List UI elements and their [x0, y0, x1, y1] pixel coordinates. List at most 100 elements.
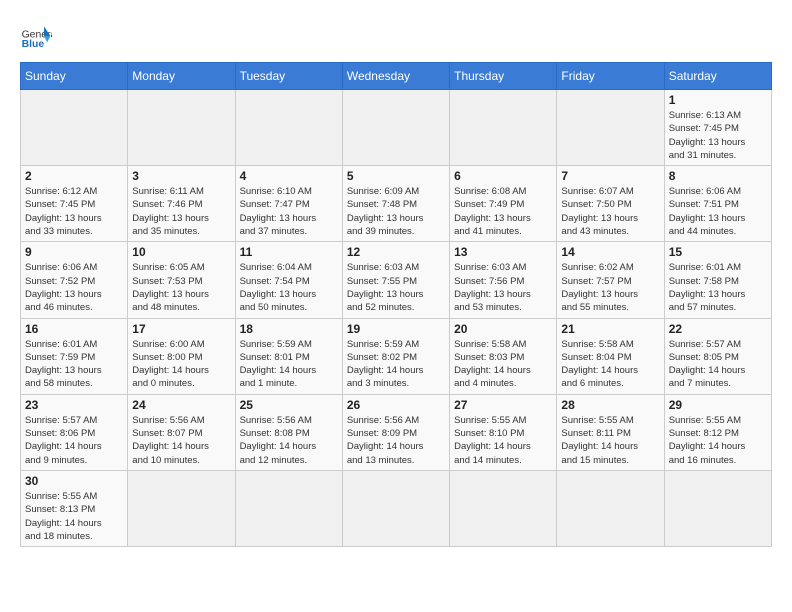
calendar-cell: 28Sunrise: 5:55 AM Sunset: 8:11 PM Dayli… [557, 394, 664, 470]
day-header-saturday: Saturday [664, 63, 771, 90]
day-number: 1 [669, 93, 767, 107]
calendar-cell: 20Sunrise: 5:58 AM Sunset: 8:03 PM Dayli… [450, 318, 557, 394]
day-info: Sunrise: 6:05 AM Sunset: 7:53 PM Dayligh… [132, 261, 230, 314]
calendar-cell: 4 Sunrise: 6:10 AM Sunset: 7:47 PM Daylig… [235, 166, 342, 242]
day-info: Sunrise: 5:55 AM Sunset: 8:11 PM Dayligh… [561, 414, 659, 467]
day-info: Sunrise: 6:12 AM Sunset: 7:45 PM Dayligh… [25, 185, 123, 238]
calendar-cell: 10 Sunrise: 6:05 AM Sunset: 7:53 PM Dayli… [128, 242, 235, 318]
calendar-week-row: 23Sunrise: 5:57 AM Sunset: 8:06 PM Dayli… [21, 394, 772, 470]
day-number: 27 [454, 398, 552, 412]
day-number: 8 [669, 169, 767, 183]
day-info: Sunrise: 5:58 AM Sunset: 8:04 PM Dayligh… [561, 338, 659, 391]
calendar-cell [21, 90, 128, 166]
day-number: 12 [347, 245, 445, 259]
calendar-table: SundayMondayTuesdayWednesdayThursdayFrid… [20, 62, 772, 547]
day-header-monday: Monday [128, 63, 235, 90]
day-number: 29 [669, 398, 767, 412]
day-header-wednesday: Wednesday [342, 63, 449, 90]
day-info: Sunrise: 6:03 AM Sunset: 7:56 PM Dayligh… [454, 261, 552, 314]
calendar-cell: 30 Sunrise: 5:55 AM Sunset: 8:13 PM Dayli… [21, 470, 128, 546]
day-number: 15 [669, 245, 767, 259]
day-number: 10 [132, 245, 230, 259]
calendar-cell: 16 Sunrise: 6:01 AM Sunset: 7:59 PM Dayli… [21, 318, 128, 394]
calendar-cell: 15 Sunrise: 6:01 AM Sunset: 7:58 PM Dayli… [664, 242, 771, 318]
logo: General Blue [20, 20, 56, 52]
day-info: Sunrise: 6:10 AM Sunset: 7:47 PM Dayligh… [240, 185, 338, 238]
logo-icon: General Blue [20, 20, 52, 52]
day-info: Sunrise: 5:59 AM Sunset: 8:01 PM Dayligh… [240, 338, 338, 391]
day-info: Sunrise: 5:56 AM Sunset: 8:07 PM Dayligh… [132, 414, 230, 467]
calendar-cell: 24 Sunrise: 5:56 AM Sunset: 8:07 PM Dayli… [128, 394, 235, 470]
day-number: 4 [240, 169, 338, 183]
calendar-week-row: 9 Sunrise: 6:06 AM Sunset: 7:52 PM Daylig… [21, 242, 772, 318]
calendar-cell [450, 90, 557, 166]
calendar-cell: 22Sunrise: 5:57 AM Sunset: 8:05 PM Dayli… [664, 318, 771, 394]
calendar-cell: 5Sunrise: 6:09 AM Sunset: 7:48 PM Daylig… [342, 166, 449, 242]
day-info: Sunrise: 6:06 AM Sunset: 7:51 PM Dayligh… [669, 185, 767, 238]
calendar-cell: 7Sunrise: 6:07 AM Sunset: 7:50 PM Daylig… [557, 166, 664, 242]
day-info: Sunrise: 5:55 AM Sunset: 8:12 PM Dayligh… [669, 414, 767, 467]
calendar-cell: 29 Sunrise: 5:55 AM Sunset: 8:12 PM Dayli… [664, 394, 771, 470]
calendar-cell [235, 470, 342, 546]
calendar-header-row: SundayMondayTuesdayWednesdayThursdayFrid… [21, 63, 772, 90]
day-info: Sunrise: 6:01 AM Sunset: 7:59 PM Dayligh… [25, 338, 123, 391]
calendar-cell: 9 Sunrise: 6:06 AM Sunset: 7:52 PM Daylig… [21, 242, 128, 318]
day-info: Sunrise: 6:08 AM Sunset: 7:49 PM Dayligh… [454, 185, 552, 238]
calendar-week-row: 2 Sunrise: 6:12 AM Sunset: 7:45 PM Daylig… [21, 166, 772, 242]
calendar-cell [128, 470, 235, 546]
day-number: 16 [25, 322, 123, 336]
calendar-cell: 17 Sunrise: 6:00 AM Sunset: 8:00 PM Dayli… [128, 318, 235, 394]
day-info: Sunrise: 5:56 AM Sunset: 8:09 PM Dayligh… [347, 414, 445, 467]
calendar-cell: 27 Sunrise: 5:55 AM Sunset: 8:10 PM Dayli… [450, 394, 557, 470]
day-info: Sunrise: 6:06 AM Sunset: 7:52 PM Dayligh… [25, 261, 123, 314]
day-number: 24 [132, 398, 230, 412]
svg-text:Blue: Blue [22, 39, 45, 50]
day-number: 23 [25, 398, 123, 412]
calendar-cell: 11Sunrise: 6:04 AM Sunset: 7:54 PM Dayli… [235, 242, 342, 318]
calendar-cell [557, 470, 664, 546]
day-info: Sunrise: 6:09 AM Sunset: 7:48 PM Dayligh… [347, 185, 445, 238]
day-number: 6 [454, 169, 552, 183]
day-header-thursday: Thursday [450, 63, 557, 90]
day-number: 21 [561, 322, 659, 336]
calendar-cell: 19Sunrise: 5:59 AM Sunset: 8:02 PM Dayli… [342, 318, 449, 394]
calendar-cell [342, 470, 449, 546]
calendar-cell [557, 90, 664, 166]
calendar-week-row: 16 Sunrise: 6:01 AM Sunset: 7:59 PM Dayli… [21, 318, 772, 394]
calendar-cell: 3 Sunrise: 6:11 AM Sunset: 7:46 PM Daylig… [128, 166, 235, 242]
calendar-cell: 25Sunrise: 5:56 AM Sunset: 8:08 PM Dayli… [235, 394, 342, 470]
calendar-cell: 2 Sunrise: 6:12 AM Sunset: 7:45 PM Daylig… [21, 166, 128, 242]
day-header-sunday: Sunday [21, 63, 128, 90]
day-number: 30 [25, 474, 123, 488]
calendar-cell: 6 Sunrise: 6:08 AM Sunset: 7:49 PM Daylig… [450, 166, 557, 242]
day-info: Sunrise: 6:11 AM Sunset: 7:46 PM Dayligh… [132, 185, 230, 238]
day-number: 20 [454, 322, 552, 336]
calendar-cell: 8 Sunrise: 6:06 AM Sunset: 7:51 PM Daylig… [664, 166, 771, 242]
calendar-cell: 21 Sunrise: 5:58 AM Sunset: 8:04 PM Dayli… [557, 318, 664, 394]
calendar-week-row: 1 Sunrise: 6:13 AM Sunset: 7:45 PM Daylig… [21, 90, 772, 166]
day-number: 14 [561, 245, 659, 259]
day-info: Sunrise: 6:13 AM Sunset: 7:45 PM Dayligh… [669, 109, 767, 162]
calendar-cell [235, 90, 342, 166]
day-number: 17 [132, 322, 230, 336]
calendar-cell: 23Sunrise: 5:57 AM Sunset: 8:06 PM Dayli… [21, 394, 128, 470]
day-info: Sunrise: 5:59 AM Sunset: 8:02 PM Dayligh… [347, 338, 445, 391]
day-info: Sunrise: 5:56 AM Sunset: 8:08 PM Dayligh… [240, 414, 338, 467]
day-number: 9 [25, 245, 123, 259]
day-number: 2 [25, 169, 123, 183]
calendar-cell: 12Sunrise: 6:03 AM Sunset: 7:55 PM Dayli… [342, 242, 449, 318]
day-info: Sunrise: 6:02 AM Sunset: 7:57 PM Dayligh… [561, 261, 659, 314]
day-info: Sunrise: 5:55 AM Sunset: 8:10 PM Dayligh… [454, 414, 552, 467]
day-number: 3 [132, 169, 230, 183]
day-header-tuesday: Tuesday [235, 63, 342, 90]
day-info: Sunrise: 5:57 AM Sunset: 8:05 PM Dayligh… [669, 338, 767, 391]
calendar-cell: 18Sunrise: 5:59 AM Sunset: 8:01 PM Dayli… [235, 318, 342, 394]
day-header-friday: Friday [557, 63, 664, 90]
day-info: Sunrise: 5:55 AM Sunset: 8:13 PM Dayligh… [25, 490, 123, 543]
day-info: Sunrise: 6:01 AM Sunset: 7:58 PM Dayligh… [669, 261, 767, 314]
day-number: 13 [454, 245, 552, 259]
calendar-week-row: 30 Sunrise: 5:55 AM Sunset: 8:13 PM Dayli… [21, 470, 772, 546]
day-number: 7 [561, 169, 659, 183]
day-info: Sunrise: 6:00 AM Sunset: 8:00 PM Dayligh… [132, 338, 230, 391]
calendar-cell: 1 Sunrise: 6:13 AM Sunset: 7:45 PM Daylig… [664, 90, 771, 166]
